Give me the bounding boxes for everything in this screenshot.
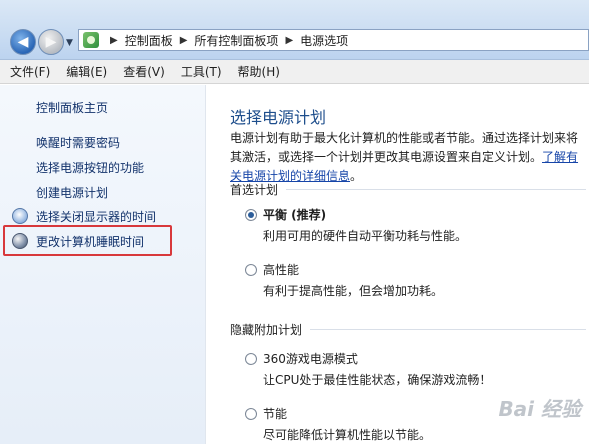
display-clock-icon [12, 208, 28, 224]
preferred-plans-header: 首选计划 [230, 181, 586, 198]
radio-balanced[interactable] [245, 209, 257, 221]
hidden-plans-label[interactable]: 隐藏附加计划 [230, 321, 302, 338]
menu-edit[interactable]: 编辑(E) [66, 63, 107, 80]
forward-button[interactable]: ▶ [38, 29, 64, 55]
plan-name-360-game[interactable]: 360游戏电源模式 [263, 350, 358, 367]
menu-bar: 文件(F) 编辑(E) 查看(V) 工具(T) 帮助(H) [0, 60, 589, 84]
sidebar-item-power-button[interactable]: 选择电源按钮的功能 [36, 159, 144, 176]
radio-360-game[interactable] [245, 353, 257, 365]
plan-desc-360-game: 让CPU处于最佳性能状态，确保游戏流畅！ [263, 373, 492, 387]
breadcrumb-power-options[interactable]: 电源选项 [300, 32, 348, 49]
plan-name-balanced[interactable]: 平衡 (推荐) [263, 206, 326, 223]
radio-high-performance[interactable] [245, 264, 257, 276]
chevron-right-icon[interactable]: ▶ [180, 35, 188, 46]
address-bar[interactable]: ▶ 控制面板 ▶ 所有控制面板项 ▶ 电源选项 [78, 29, 589, 51]
back-button[interactable]: ◀ [10, 29, 36, 55]
highlight-box [3, 225, 172, 256]
history-dropdown-icon[interactable]: ▼ [66, 38, 73, 48]
plan-desc-balanced: 利用可用的硬件自动平衡功耗与性能。 [263, 229, 468, 243]
menu-view[interactable]: 查看(V) [123, 63, 165, 80]
sidebar: 控制面板主页 唤醒时需要密码 选择电源按钮的功能 创建电源计划 选择关闭显示器的… [0, 85, 206, 444]
forward-arrow-icon: ▶ [45, 34, 57, 50]
menu-tools[interactable]: 工具(T) [181, 63, 222, 80]
main-content: 选择电源计划 电源计划有助于最大化计算机的性能或者节能。通过选择计划来将其激活，… [207, 85, 589, 444]
divider [310, 329, 586, 330]
menu-help[interactable]: 帮助(H) [238, 63, 280, 80]
baidu-watermark: Bai 经验 [498, 397, 581, 421]
chevron-right-icon[interactable]: ▶ [110, 35, 118, 46]
sidebar-home-link[interactable]: 控制面板主页 [36, 99, 108, 116]
plan-name-power-saver[interactable]: 节能 [263, 405, 287, 422]
menu-file[interactable]: 文件(F) [10, 63, 50, 80]
hidden-plans-header[interactable]: 隐藏附加计划 [230, 321, 586, 338]
preferred-plans-label: 首选计划 [230, 183, 279, 197]
description-text: 电源计划有助于最大化计算机的性能或者节能。通过选择计划来将其激活，或选择一个计划… [230, 131, 579, 164]
divider [286, 189, 586, 190]
sidebar-item-wake-password[interactable]: 唤醒时需要密码 [36, 134, 120, 151]
page-title: 选择电源计划 [230, 108, 327, 127]
chevron-right-icon[interactable]: ▶ [285, 35, 293, 46]
sidebar-item-display-off[interactable]: 选择关闭显示器的时间 [36, 208, 156, 225]
back-arrow-icon: ◀ [17, 34, 29, 50]
plan-name-high-performance[interactable]: 高性能 [263, 261, 299, 278]
plan-desc-high-performance: 有利于提高性能，但会增加功耗。 [263, 284, 444, 298]
control-panel-icon [83, 32, 99, 48]
sidebar-item-create-plan[interactable]: 创建电源计划 [36, 184, 108, 201]
plan-desc-power-saver: 尽可能降低计算机性能以节能。 [263, 428, 432, 442]
breadcrumb-all-items[interactable]: 所有控制面板项 [194, 32, 278, 49]
radio-power-saver[interactable] [245, 408, 257, 420]
breadcrumb-control-panel[interactable]: 控制面板 [125, 32, 173, 49]
navigation-bar: ◀ ▶ ▼ ▶ 控制面板 ▶ 所有控制面板项 ▶ 电源选项 [0, 0, 589, 60]
description: 电源计划有助于最大化计算机的性能或者节能。通过选择计划来将其激活，或选择一个计划… [230, 129, 586, 186]
